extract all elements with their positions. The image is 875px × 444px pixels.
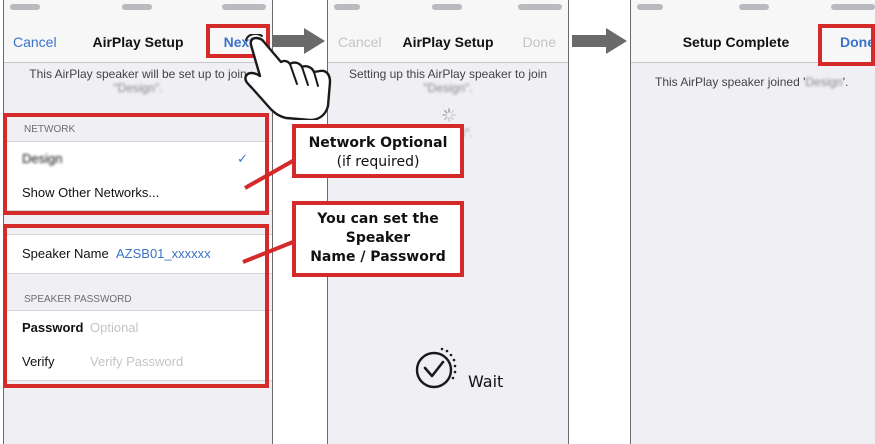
speaker-name-password-callout: You can set the Speaker Name / Password: [292, 201, 464, 277]
network-optional-callout: Network Optional (if required): [292, 124, 464, 178]
